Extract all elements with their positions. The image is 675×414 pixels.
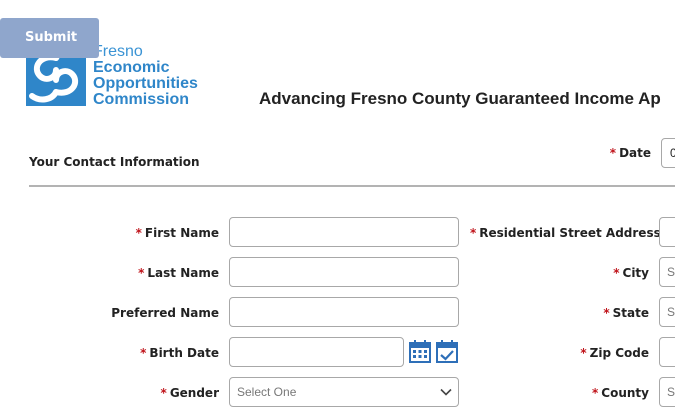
- first-name-field[interactable]: [229, 217, 459, 247]
- required-marker: *: [140, 346, 147, 360]
- required-marker: *: [613, 266, 620, 280]
- calendar-check-icon[interactable]: [436, 339, 458, 363]
- required-marker: *: [470, 226, 477, 240]
- required-marker: *: [160, 386, 167, 400]
- zip-code-field[interactable]: [659, 337, 675, 367]
- first-name-label: * First Name: [135, 226, 219, 240]
- gender-select-value: Select One: [237, 385, 297, 399]
- logo-line-1: Fresno: [93, 43, 143, 60]
- logo-line-2: Economic: [93, 59, 170, 76]
- date-label: * Date: [609, 146, 651, 160]
- required-marker: *: [609, 146, 617, 160]
- required-marker: *: [592, 386, 599, 400]
- chevron-down-icon: [440, 388, 452, 396]
- city-select[interactable]: Se: [659, 257, 675, 287]
- page-title: Advancing Fresno County Guaranteed Incom…: [259, 89, 661, 108]
- preferred-name-label: Preferred Name: [111, 306, 219, 320]
- state-label: * State: [603, 306, 649, 320]
- required-marker: *: [135, 226, 142, 240]
- required-marker: *: [603, 306, 610, 320]
- required-marker: *: [580, 346, 587, 360]
- logo-line-4: Commission: [93, 91, 190, 108]
- logo-line-3: Opportunities: [93, 75, 198, 92]
- gender-label: * Gender: [160, 386, 219, 400]
- birth-date-label: * Birth Date: [140, 346, 219, 360]
- submit-button[interactable]: Submit: [0, 18, 99, 58]
- street-address-label: * Residential Street Address: [470, 226, 661, 240]
- section-title: Your Contact Information: [29, 155, 200, 169]
- city-label: * City: [613, 266, 649, 280]
- county-select[interactable]: Se: [659, 377, 675, 407]
- calendar-icon[interactable]: [409, 339, 431, 363]
- last-name-label: * Last Name: [138, 266, 219, 280]
- preferred-name-field[interactable]: [229, 297, 459, 327]
- street-address-field[interactable]: [659, 217, 675, 247]
- section-divider: [29, 185, 675, 187]
- logo-text: Fresno Economic Opportunities Commission: [93, 44, 198, 108]
- gender-select[interactable]: Select One: [229, 377, 459, 407]
- required-marker: *: [138, 266, 145, 280]
- date-field[interactable]: 0: [661, 138, 675, 168]
- zip-code-label: * Zip Code: [580, 346, 649, 360]
- state-select[interactable]: Se: [659, 297, 675, 327]
- county-label: * County: [592, 386, 649, 400]
- birth-date-field[interactable]: [229, 337, 404, 367]
- last-name-field[interactable]: [229, 257, 459, 287]
